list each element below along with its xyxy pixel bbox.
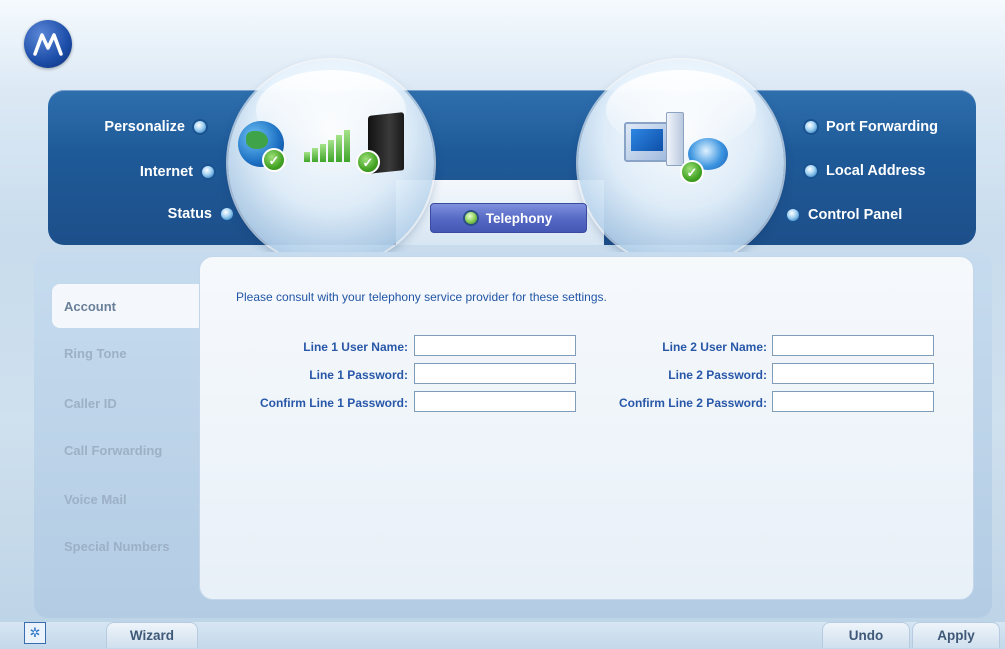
sidebar-item-account[interactable]: Account: [52, 284, 202, 328]
nav-dot-icon: [805, 165, 817, 177]
sidebar-item-label: Call Forwarding: [64, 442, 163, 458]
computer-tower-icon: [666, 112, 684, 166]
sidebar-item-voice-mail[interactable]: Voice Mail: [52, 477, 202, 521]
line1-user-name-input[interactable]: [414, 335, 576, 356]
line1-user-label: Line 1 User Name:: [303, 340, 408, 354]
line2-confirm-password-input[interactable]: [772, 391, 934, 412]
sidebar-item-label: Ring Tone: [64, 345, 127, 361]
sparkle-icon[interactable]: ✲: [24, 622, 46, 644]
sidebar-item-special-numbers[interactable]: Special Numbers: [52, 524, 202, 568]
notice-text: Please consult with your telephony servi…: [236, 290, 607, 304]
nav-port-forwarding[interactable]: Port Forwarding: [805, 119, 938, 135]
check-icon: ✓: [262, 148, 286, 172]
line2-user-label: Line 2 User Name:: [662, 340, 767, 354]
line2-user-name-input[interactable]: [772, 335, 934, 356]
nav-port-forwarding-label: Port Forwarding: [826, 119, 938, 135]
page: ✓ ✓ ✓ Personalize Internet Status Teleph…: [0, 0, 1005, 649]
signal-bars-icon: [304, 130, 350, 162]
line1-password-input[interactable]: [414, 363, 576, 384]
nav-control-panel-label: Control Panel: [808, 207, 903, 223]
nav-dot-icon: [805, 121, 817, 133]
nav-personalize-label: Personalize: [104, 119, 185, 135]
sidebar-item-label: Special Numbers: [64, 538, 170, 554]
tab-telephony[interactable]: Telephony: [430, 203, 587, 233]
nav-dot-icon: [194, 121, 206, 133]
sidebar-item-label: Voice Mail: [64, 491, 127, 507]
wizard-button[interactable]: Wizard: [106, 622, 198, 648]
sidebar-item-call-forwarding[interactable]: Call Forwarding: [52, 428, 202, 472]
check-icon: ✓: [356, 150, 380, 174]
undo-button[interactable]: Undo: [822, 622, 910, 648]
sidebar-item-caller-id[interactable]: Caller ID: [52, 381, 202, 425]
line1-confirm-label: Confirm Line 1 Password:: [259, 396, 408, 410]
nav-control-panel[interactable]: Control Panel: [787, 207, 902, 223]
sidebar-item-label: Account: [64, 298, 116, 314]
check-icon: ✓: [680, 160, 704, 184]
nav-dot-icon: [221, 208, 233, 220]
content-area: [199, 256, 974, 600]
nav-personalize[interactable]: Personalize: [104, 119, 206, 135]
nav-dot-icon: [202, 166, 214, 178]
motorola-logo[interactable]: [24, 20, 72, 68]
nav-status-label: Status: [167, 206, 212, 222]
nav-local-address-label: Local Address: [826, 163, 926, 179]
line2-password-input[interactable]: [772, 363, 934, 384]
sidebar-item-ring-tone[interactable]: Ring Tone: [52, 331, 202, 375]
line1-confirm-password-input[interactable]: [414, 391, 576, 412]
nav-internet-label: Internet: [139, 164, 193, 180]
line1-password-label: Line 1 Password:: [309, 368, 408, 382]
nav-dot-icon: [787, 209, 799, 221]
apply-button[interactable]: Apply: [912, 622, 1000, 648]
nav-status[interactable]: Status: [168, 206, 233, 222]
tab-telephony-label: Telephony: [485, 210, 553, 226]
sidebar-item-label: Caller ID: [64, 395, 117, 411]
line2-password-label: Line 2 Password:: [668, 368, 767, 382]
nav-local-address[interactable]: Local Address: [805, 163, 925, 179]
line2-confirm-label: Confirm Line 2 Password:: [618, 396, 767, 410]
nav-internet[interactable]: Internet: [140, 164, 214, 180]
active-dot-icon: [464, 212, 477, 224]
